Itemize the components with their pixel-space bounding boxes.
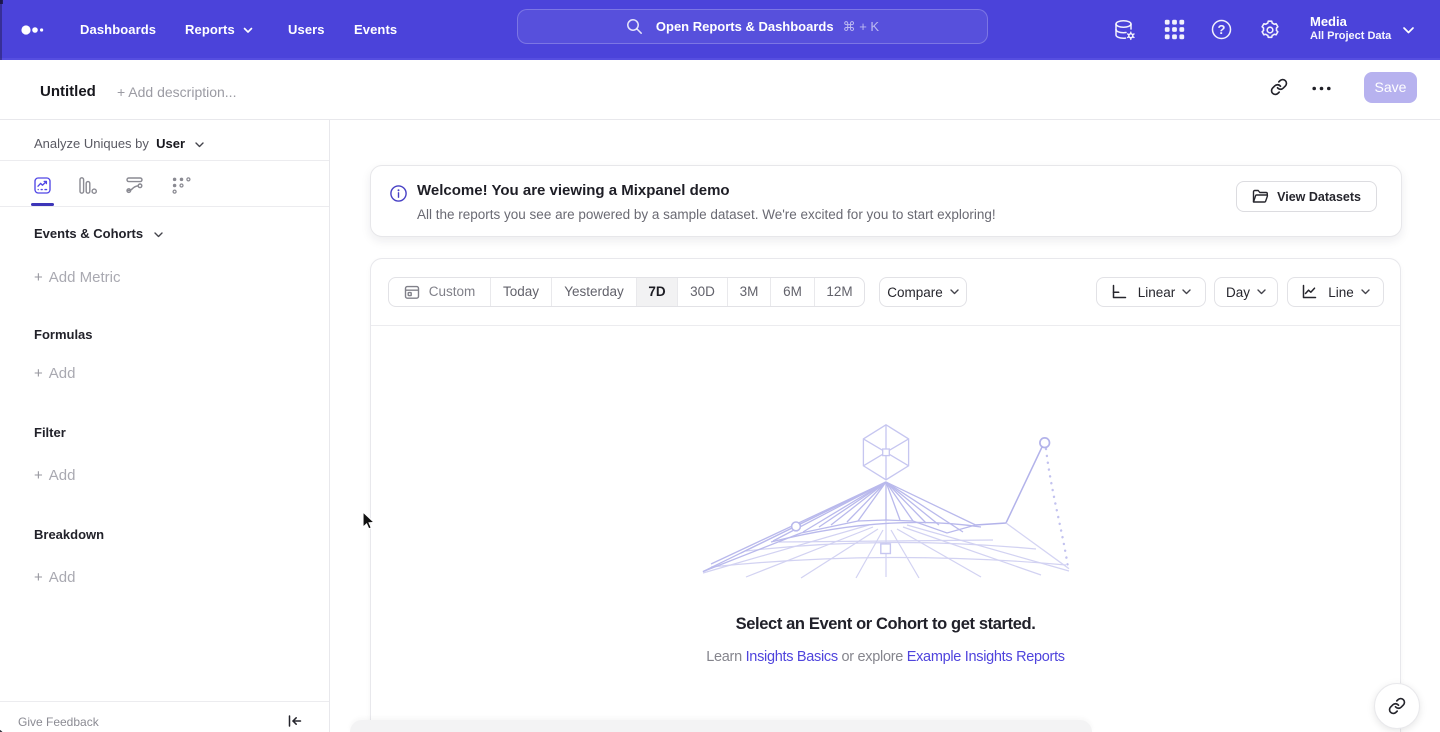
svg-text:?: ? xyxy=(1218,22,1226,37)
